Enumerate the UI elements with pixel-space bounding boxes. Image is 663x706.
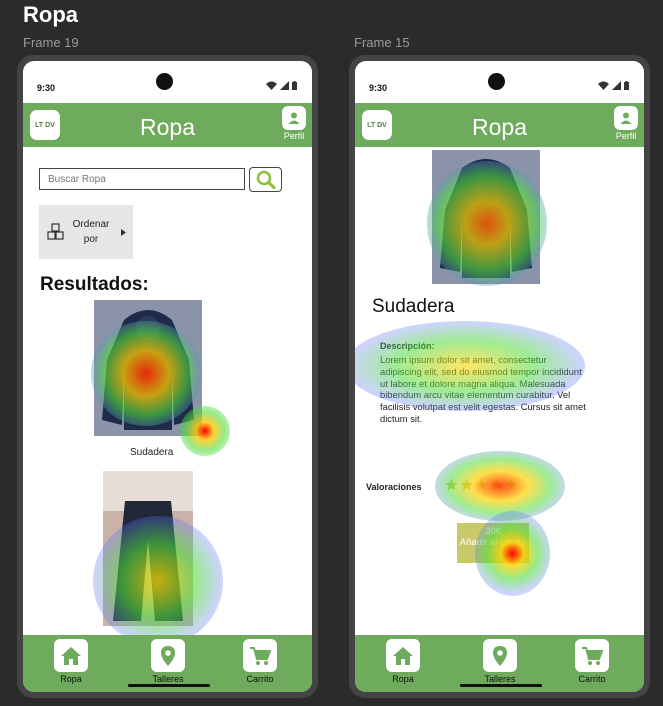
wifi-icon <box>266 81 277 90</box>
product-image-hoodie[interactable] <box>94 300 202 436</box>
status-bar: 9:30 <box>355 61 644 103</box>
signal-icon <box>280 81 289 90</box>
frame-label-left: Frame 19 <box>23 35 79 50</box>
profile-label: Perfil <box>283 131 305 141</box>
status-icons <box>598 81 629 90</box>
search-input[interactable] <box>39 168 245 190</box>
phone-screen: 9:30 LT DV Ropa Perfil Ordenar p <box>23 61 312 692</box>
nav-item-ropa[interactable]: Ropa <box>41 639 101 684</box>
status-time: 9:30 <box>37 83 56 93</box>
cart-icon <box>243 639 277 672</box>
price-label: 30€ <box>485 526 501 537</box>
profile-label: Perfil <box>615 131 637 141</box>
star-icon[interactable] <box>490 478 503 491</box>
add-to-cart-label: Añadir al carrito <box>459 537 527 548</box>
chevron-right-icon <box>121 228 126 236</box>
rating-stars[interactable] <box>445 478 518 491</box>
bottom-nav: Ropa Talleres Carrito <box>355 635 644 692</box>
home-icon <box>54 639 88 672</box>
star-icon[interactable] <box>445 478 458 491</box>
search-icon <box>256 170 275 189</box>
app-bar-title: Ropa <box>472 114 527 140</box>
signal-icon <box>612 81 621 90</box>
nav-item-ropa[interactable]: Ropa <box>373 639 433 684</box>
location-pin-icon <box>151 639 185 672</box>
battery-icon <box>624 81 629 90</box>
home-icon <box>386 639 420 672</box>
battery-icon <box>292 81 297 90</box>
sort-label: Ordenar por <box>72 219 110 245</box>
add-to-cart-button[interactable]: 30€ Añadir al carrito <box>457 523 529 563</box>
location-pin-icon <box>483 639 517 672</box>
search-button[interactable] <box>249 167 282 192</box>
nav-item-carrito[interactable]: Carrito <box>230 639 290 684</box>
user-icon <box>614 106 638 130</box>
camera-notch <box>156 73 173 90</box>
star-icon[interactable] <box>460 478 473 491</box>
status-time: 9:30 <box>369 83 388 93</box>
nav-label: Carrito <box>246 674 274 684</box>
nav-label: Ropa <box>392 674 414 684</box>
phone-frame-results: 9:30 LT DV Ropa Perfil Ordenar p <box>17 55 318 698</box>
page-title: Ropa <box>23 2 78 27</box>
description-text: Lorem ipsum dolor sit amet, consectetur … <box>380 354 586 424</box>
app-bar: LT DV Ropa Perfil <box>355 103 644 147</box>
profile-button[interactable]: Perfil <box>282 106 306 141</box>
nav-label: Carrito <box>578 674 606 684</box>
product-detail-image <box>432 150 540 284</box>
camera-notch <box>488 73 505 90</box>
user-icon <box>282 106 306 130</box>
nav-label: Talleres <box>484 674 516 684</box>
description-title: Descripción: <box>380 341 435 351</box>
star-icon[interactable] <box>475 478 488 491</box>
phone-frame-detail: 9:30 LT DV Ropa Perfil Sudadera Descripc… <box>349 55 650 698</box>
frame-label-right: Frame 15 <box>354 35 410 50</box>
phone-screen: 9:30 LT DV Ropa Perfil Sudadera Descripc… <box>355 61 644 692</box>
app-bar: LT DV Ropa Perfil <box>23 103 312 147</box>
nav-item-talleres[interactable]: Talleres <box>470 639 530 684</box>
sort-button[interactable]: Ordenar por <box>39 205 133 259</box>
bottom-nav: Ropa Talleres Carrito <box>23 635 312 692</box>
status-icons <box>266 81 297 90</box>
nav-label: Ropa <box>60 674 82 684</box>
app-bar-title: Ropa <box>140 114 195 140</box>
product-name: Sudadera <box>372 296 455 317</box>
wifi-icon <box>598 81 609 90</box>
profile-button[interactable]: Perfil <box>614 106 638 141</box>
status-bar: 9:30 <box>23 61 312 103</box>
ratings-label: Valoraciones <box>366 482 422 492</box>
home-indicator <box>460 684 542 687</box>
product-caption: Sudadera <box>130 447 174 458</box>
sort-blocks-icon <box>47 223 64 240</box>
star-icon[interactable] <box>505 478 518 491</box>
nav-item-talleres[interactable]: Talleres <box>138 639 198 684</box>
results-title: Resultados: <box>40 274 149 295</box>
nav-item-carrito[interactable]: Carrito <box>562 639 622 684</box>
product-image-pants[interactable] <box>103 471 193 626</box>
nav-label: Talleres <box>152 674 184 684</box>
cart-icon <box>575 639 609 672</box>
home-indicator <box>128 684 210 687</box>
